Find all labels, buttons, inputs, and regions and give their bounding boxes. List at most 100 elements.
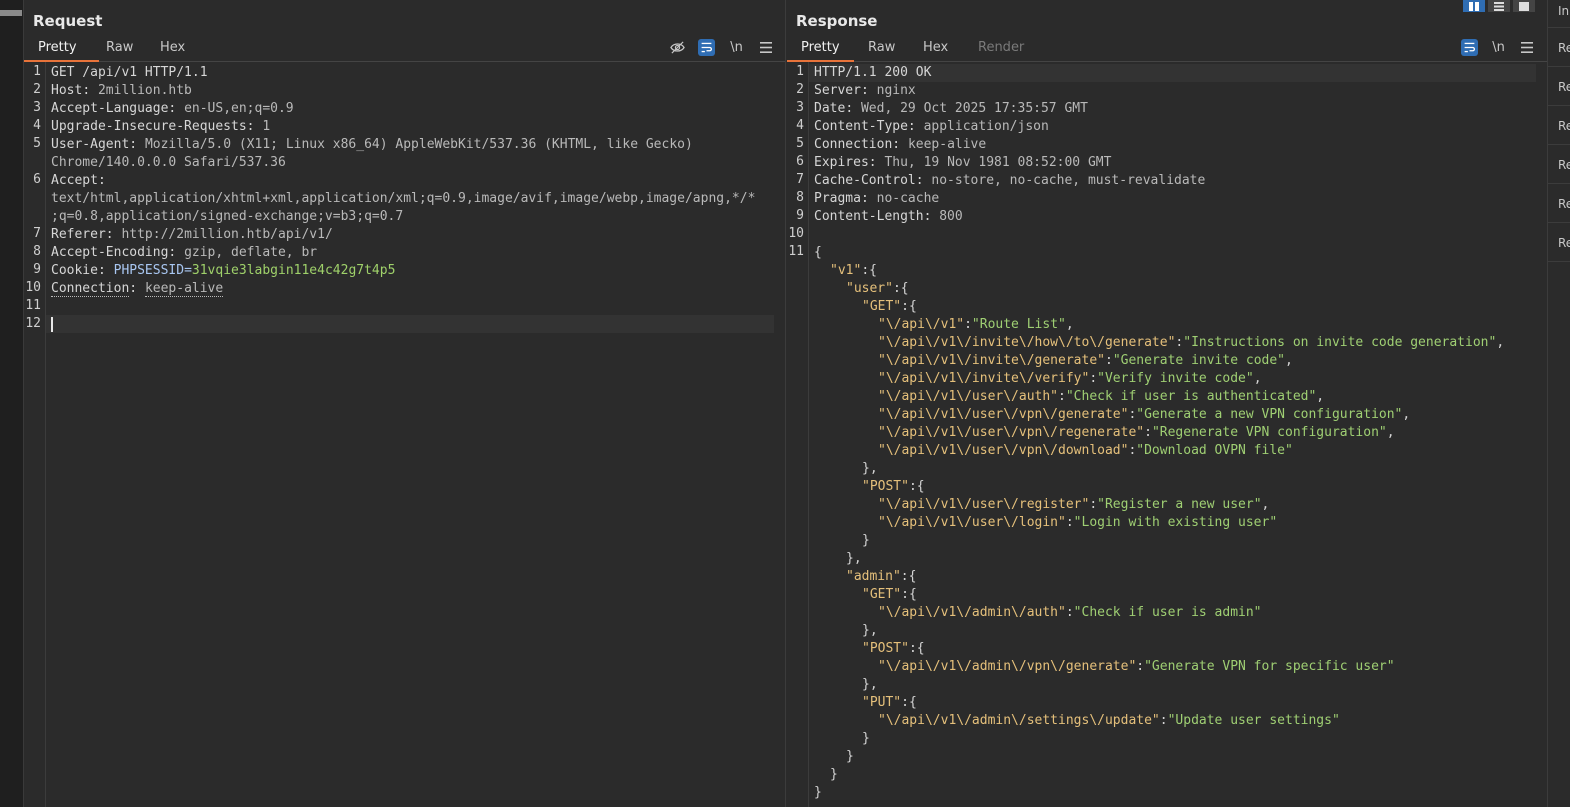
json-line: "\/api\/v1\/user\/vpn\/regenerate":"Rege… xyxy=(878,425,1395,440)
json-key: "GET" xyxy=(862,299,902,314)
tab-hex[interactable]: Hex xyxy=(923,40,948,55)
header-name: Cookie xyxy=(51,263,98,278)
tab-pretty[interactable]: Pretty xyxy=(38,40,77,55)
request-editor[interactable]: 1 2 3 4 5 6 7 8 9 10 11 12 GET /api/v1 HTTP/1.1 Host… xyxy=(24,62,785,807)
json-line: "GET":{ xyxy=(862,298,917,316)
split-vertical-icon[interactable] xyxy=(1488,0,1510,12)
json-key: "\/api\/v1\/user\/vpn\/generate" xyxy=(878,407,1129,422)
json-key: "\/api\/v1\/user\/login" xyxy=(878,515,1066,530)
tab-raw[interactable]: Raw xyxy=(868,40,895,55)
inspector-tab[interactable]: In xyxy=(1548,0,1570,28)
response-line: Pragma: no-cache xyxy=(814,191,940,206)
json-line: "\/api\/v1\/user\/vpn\/download":"Downlo… xyxy=(878,443,1293,458)
json-line: "user":{ xyxy=(846,280,909,298)
rail-item[interactable]: Re xyxy=(1548,185,1570,223)
json-line: "GET":{ xyxy=(862,586,917,604)
json-line: "\/api\/v1\/invite\/how\/to\/generate":"… xyxy=(878,335,1505,350)
response-line: Content-Length: 800 xyxy=(814,209,963,224)
header-value: en-US,en;q=0.9 xyxy=(184,101,294,116)
json-line: "\/api\/v1\/invite\/verify":"Verify invi… xyxy=(878,371,1262,386)
request-line: text/html,application/xhtml+xml,applicat… xyxy=(51,190,755,208)
header-name: Accept-Encoding xyxy=(51,245,169,260)
header-value: keep-alive xyxy=(144,281,224,297)
request-line: Upgrade-Insecure-Requests: 1 xyxy=(51,119,271,134)
json-line: "\/api\/v1\/admin\/auth":"Check if user … xyxy=(878,605,1262,620)
json-string: "Register a new user" xyxy=(1097,497,1262,512)
line-number: 2 xyxy=(796,82,804,97)
json-line: "admin":{ xyxy=(846,568,916,586)
tab-raw[interactable]: Raw xyxy=(106,40,133,55)
json-line: }, xyxy=(862,676,878,694)
json-key: "v1" xyxy=(830,263,862,278)
header-value: gzip, deflate, br xyxy=(184,245,318,260)
request-line: Cookie: PHPSESSID=31vqie3labgin11e4c42g7… xyxy=(51,263,396,278)
json-key: "\/api\/v1\/user\/register" xyxy=(878,497,1090,512)
json-punctuation: { xyxy=(814,245,822,260)
line-number: 8 xyxy=(33,244,41,259)
json-string: "Generate a new VPN configuration" xyxy=(1136,407,1403,422)
line-number: 4 xyxy=(33,118,41,133)
newline-toggle[interactable]: \n xyxy=(1490,39,1507,56)
header-name: User-Agent xyxy=(51,137,130,152)
tab-hex[interactable]: Hex xyxy=(160,40,185,55)
json-key: "POST" xyxy=(862,641,909,656)
json-line: }, xyxy=(846,550,862,568)
request-line: Chrome/140.0.0.0 Safari/537.36 xyxy=(51,154,286,172)
tab-render[interactable]: Render xyxy=(978,40,1024,55)
line-number: 9 xyxy=(796,208,804,223)
hamburger-icon[interactable] xyxy=(1518,39,1535,56)
newline-toggle[interactable]: \n xyxy=(728,39,745,56)
left-sidebar-strip xyxy=(0,0,24,807)
json-key: "\/api\/v1\/user\/vpn\/regenerate" xyxy=(878,425,1145,440)
json-punctuation: }, xyxy=(862,461,878,476)
request-line: GET /api/v1 HTTP/1.1 xyxy=(51,64,208,82)
line-number: 1 xyxy=(796,64,804,79)
json-line: "PUT":{ xyxy=(862,694,917,712)
json-line: "\/api\/v1\/admin\/settings\/update":"Up… xyxy=(878,713,1340,728)
json-line: } xyxy=(814,784,822,802)
json-punctuation: }, xyxy=(846,551,862,566)
split-horizontal-icon[interactable] xyxy=(1463,0,1485,12)
header-name: HTTP/1.1 200 OK xyxy=(814,65,932,80)
json-key: "\/api\/v1\/user\/vpn\/download" xyxy=(878,443,1129,458)
tab-pretty[interactable]: Pretty xyxy=(801,40,840,55)
header-name: Cache-Control xyxy=(814,173,916,188)
header-value: 2million.htb xyxy=(97,83,192,98)
single-pane-icon[interactable] xyxy=(1513,0,1535,12)
wrap-icon[interactable] xyxy=(1461,39,1478,56)
rail-item[interactable]: Re xyxy=(1548,107,1570,145)
json-line: "\/api\/v1\/user\/auth":"Check if user i… xyxy=(878,389,1325,404)
json-key: "\/api\/v1\/user\/auth" xyxy=(878,389,1059,404)
request-line: Connection: keep-alive xyxy=(51,281,224,297)
header-value: no-store, no-cache, must-revalidate xyxy=(931,173,1206,188)
eye-off-icon[interactable] xyxy=(669,39,686,56)
rail-item[interactable]: Re xyxy=(1548,29,1570,67)
line-number: 10 xyxy=(25,280,41,295)
json-key: "\/api\/v1\/admin\/auth" xyxy=(878,605,1066,620)
json-punctuation: :{ xyxy=(861,263,877,278)
response-line: Content-Type: application/json xyxy=(814,119,1049,134)
response-line: HTTP/1.1 200 OK xyxy=(814,64,931,82)
json-key: "PUT" xyxy=(862,695,902,710)
line-number: 8 xyxy=(796,190,804,205)
json-string: "Update user settings" xyxy=(1167,713,1340,728)
response-editor[interactable]: 1 2 3 4 5 6 7 8 9 10 11 HTTP/1.1 200 OK Server: ngi… xyxy=(787,62,1547,807)
line-number: 6 xyxy=(33,172,41,187)
json-punctuation: :{ xyxy=(901,299,917,314)
rail-item[interactable]: Re xyxy=(1548,68,1570,106)
json-string: "Check if user is admin" xyxy=(1073,605,1262,620)
json-punctuation: }, xyxy=(862,623,878,638)
json-key: "POST" xyxy=(862,479,909,494)
header-name: Pragma xyxy=(814,191,861,206)
request-panel: Request Pretty Raw Hex \n 1 2 3 4 5 6 7 8 9 10 11 1… xyxy=(24,0,786,807)
line-number: 7 xyxy=(796,172,804,187)
rail-item[interactable]: Re xyxy=(1548,146,1570,184)
hamburger-icon[interactable] xyxy=(757,39,774,56)
wrap-icon[interactable] xyxy=(698,39,715,56)
rail-item[interactable]: Re xyxy=(1548,224,1570,262)
response-tabs: Pretty Raw Hex Render xyxy=(787,36,1547,62)
header-name: Content-Length xyxy=(814,209,924,224)
json-punctuation: , xyxy=(1386,425,1395,440)
line-number: 1 xyxy=(33,64,41,79)
current-line-highlight xyxy=(46,315,774,333)
